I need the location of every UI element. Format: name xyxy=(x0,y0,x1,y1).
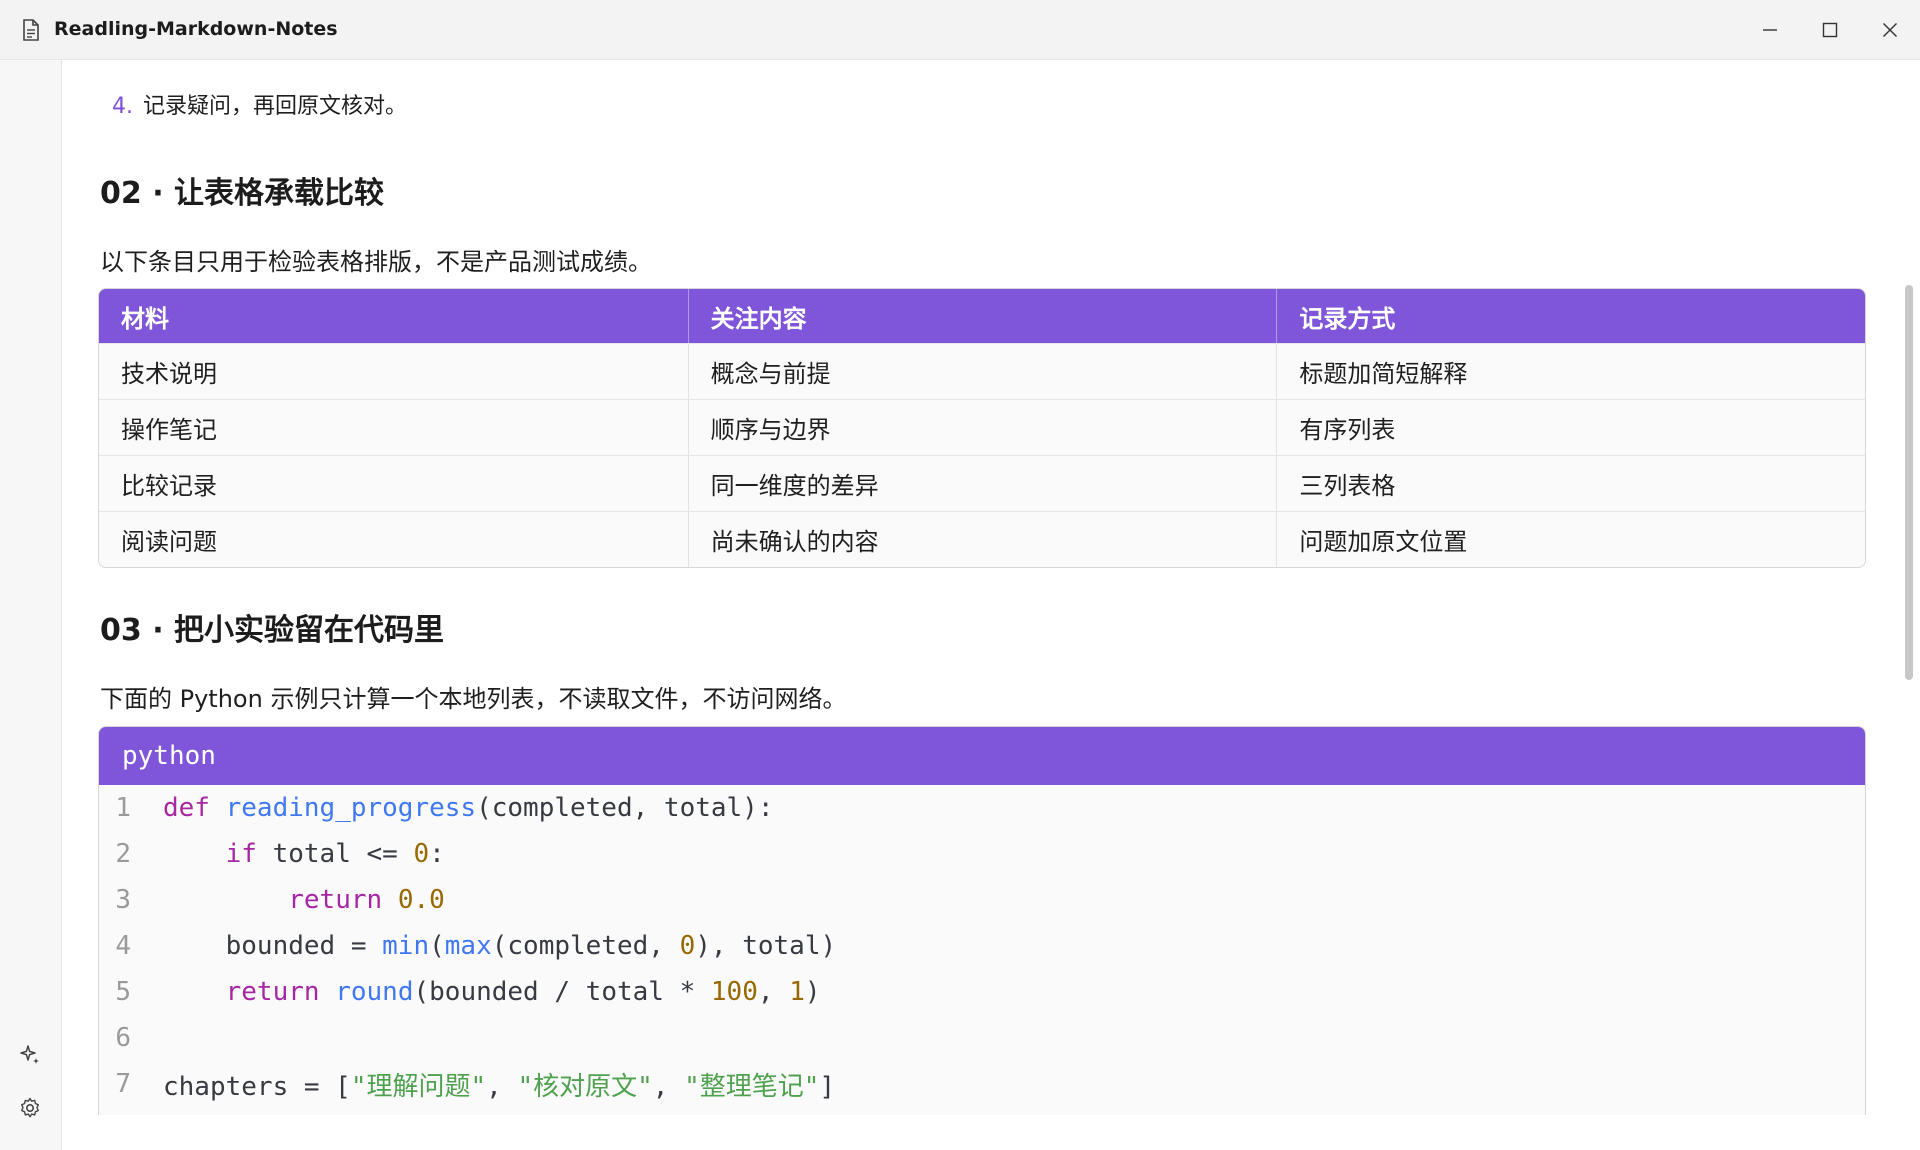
code-line: 2 if total <= 0: xyxy=(99,831,1865,877)
sparkle-icon xyxy=(18,1043,42,1072)
line-number: 5 xyxy=(115,977,131,1007)
line-number: 4 xyxy=(115,931,131,961)
line-number: 1 xyxy=(115,793,131,823)
table-row: 操作笔记 顺序与边界 有序列表 xyxy=(99,399,1865,455)
code-line: 7 chapters = ["理解问题", "核对原文", "整理笔记"] xyxy=(99,1061,1865,1107)
maximize-button[interactable] xyxy=(1800,0,1860,60)
code-text: def reading_progress(completed, total): xyxy=(163,793,774,823)
window-title: Readling-Markdown-Notes xyxy=(54,18,338,40)
settings-button[interactable] xyxy=(16,1096,44,1124)
table-cell: 三列表格 xyxy=(1276,456,1865,511)
code-text: if total <= 0: xyxy=(225,839,445,869)
title-bar: Readling-Markdown-Notes xyxy=(0,0,1920,60)
document-icon xyxy=(22,19,40,41)
line-number: 6 xyxy=(115,1023,131,1053)
code-line: 3 return 0.0 xyxy=(99,877,1865,923)
code-line: 1 def reading_progress(completed, total): xyxy=(99,785,1865,831)
close-button[interactable] xyxy=(1860,0,1920,60)
list-item: 4. 记录疑问，再回原文核对。 xyxy=(112,88,407,120)
table-cell: 有序列表 xyxy=(1276,400,1865,455)
table-header-cell: 记录方式 xyxy=(1276,289,1865,343)
table-cell: 顺序与边界 xyxy=(687,400,1277,455)
table-header-cell: 关注内容 xyxy=(687,289,1277,343)
table-header-row: 材料 关注内容 记录方式 xyxy=(99,289,1865,343)
code-text: bounded = min(max(completed, 0), total) xyxy=(163,931,837,961)
comparison-table: 材料 关注内容 记录方式 技术说明 概念与前提 标题加简短解释 操作笔记 顺序与… xyxy=(98,288,1866,568)
table-cell: 尚未确认的内容 xyxy=(687,512,1277,567)
line-number: 3 xyxy=(115,885,131,915)
list-item-number: 4. xyxy=(112,94,133,119)
list-item-text: 记录疑问，再回原文核对。 xyxy=(143,94,408,119)
table-cell: 概念与前提 xyxy=(687,344,1277,399)
section-heading-02: 02 · 让表格承载比较 xyxy=(100,176,385,211)
table-cell: 阅读问题 xyxy=(121,528,217,556)
table-row: 技术说明 概念与前提 标题加简短解释 xyxy=(99,343,1865,399)
minimize-button[interactable] xyxy=(1740,0,1800,60)
code-line: 6 xyxy=(99,1015,1865,1061)
table-header-cell: 材料 xyxy=(121,304,169,333)
section-03-intro: 下面的 Python 示例只计算一个本地列表，不读取文件，不访问网络。 xyxy=(100,685,847,713)
code-text: return round(bounded / total * 100, 1) xyxy=(225,977,821,1007)
code-text: return 0.0 xyxy=(288,885,445,915)
code-line: 5 return round(bounded / total * 100, 1) xyxy=(99,969,1865,1015)
ai-assistant-button[interactable] xyxy=(16,1043,44,1071)
minimize-icon xyxy=(1762,22,1778,38)
gear-icon xyxy=(18,1096,42,1125)
table-cell: 标题加简短解释 xyxy=(1276,344,1865,399)
line-number: 2 xyxy=(115,839,131,869)
table-row: 比较记录 同一维度的差异 三列表格 xyxy=(99,455,1865,511)
table-cell: 同一维度的差异 xyxy=(687,456,1277,511)
table-cell: 问题加原文位置 xyxy=(1276,512,1865,567)
code-language-label: python xyxy=(99,727,1865,785)
code-line: 4 bounded = min(max(completed, 0), total… xyxy=(99,923,1865,969)
table-cell: 技术说明 xyxy=(121,360,217,388)
code-text: chapters = ["理解问题", "核对原文", "整理笔记"] xyxy=(163,1071,836,1102)
document-content[interactable]: 4. 记录疑问，再回原文核对。 02 · 让表格承载比较 以下条目只用于检验表格排… xyxy=(62,60,1912,1115)
vertical-scrollbar[interactable] xyxy=(1905,285,1913,680)
left-rail xyxy=(0,60,62,1150)
table-cell: 操作笔记 xyxy=(121,416,217,444)
table-row: 阅读问题 尚未确认的内容 问题加原文位置 xyxy=(99,511,1865,567)
section-02-intro: 以下条目只用于检验表格排版，不是产品测试成绩。 xyxy=(100,248,652,276)
maximize-icon xyxy=(1822,22,1838,38)
code-lines: 1 def reading_progress(completed, total):… xyxy=(99,785,1865,1107)
code-block[interactable]: python 1 def reading_progress(completed, … xyxy=(98,726,1866,1115)
line-number: 7 xyxy=(115,1069,131,1099)
table-cell: 比较记录 xyxy=(121,472,217,500)
section-heading-03: 03 · 把小实验留在代码里 xyxy=(100,613,445,648)
close-icon xyxy=(1882,22,1898,38)
